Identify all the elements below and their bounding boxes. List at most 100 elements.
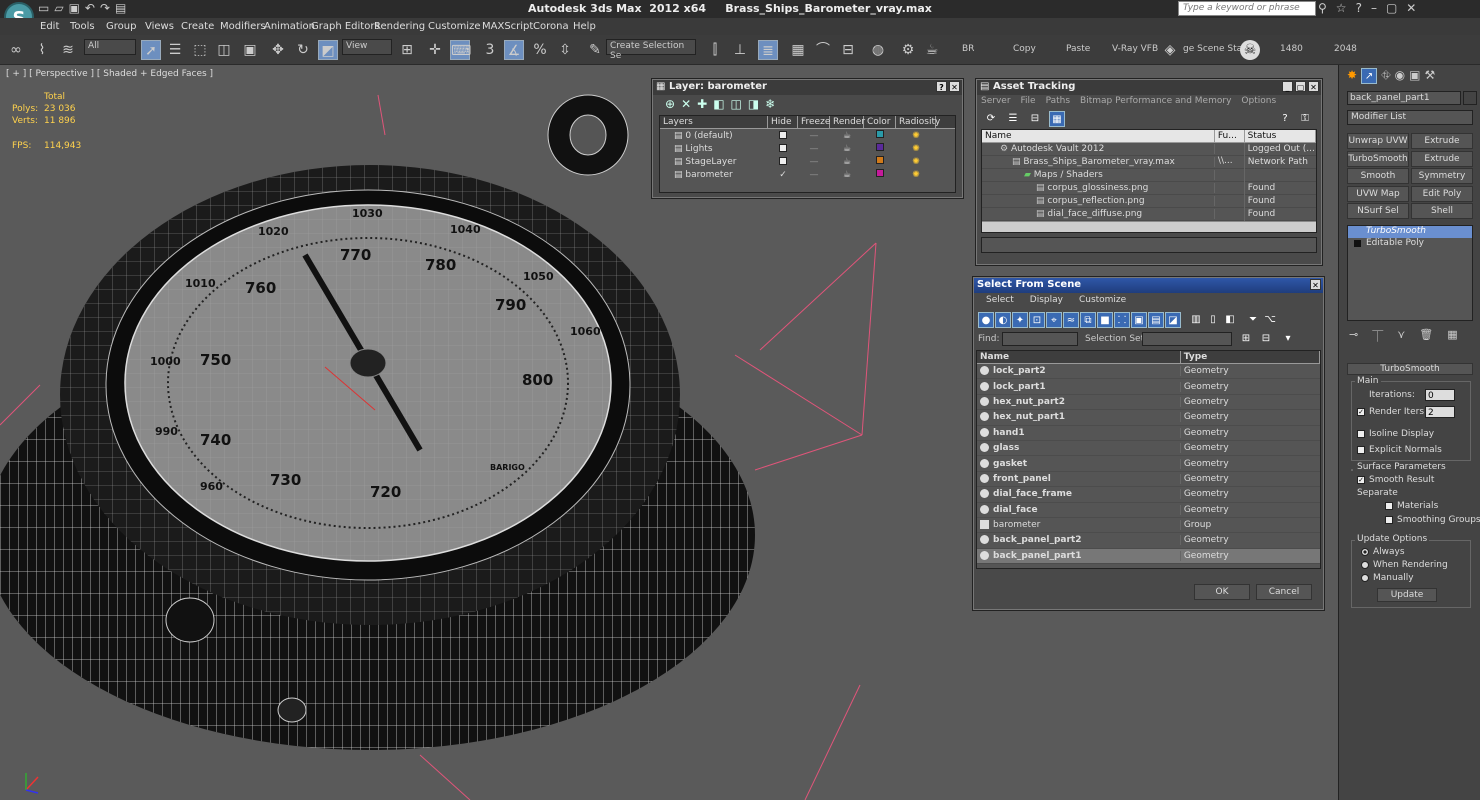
- manually-radio[interactable]: Manually: [1361, 573, 1414, 583]
- paste-button[interactable]: Paste: [1066, 44, 1090, 54]
- hide-all-icon[interactable]: ◨: [748, 97, 759, 113]
- asset-tracking-title[interactable]: ▤ Asset Tracking _ ▢ ✕: [977, 80, 1321, 95]
- selection-set-remove-icon[interactable]: ⊟: [1258, 331, 1274, 347]
- filter-bones-icon[interactable]: ⸬: [1114, 312, 1130, 328]
- asset-row[interactable]: ▰ Maps / Shaders: [982, 168, 1316, 182]
- filter-spacewarps-icon[interactable]: ≈: [1063, 312, 1079, 328]
- utilities-tab-icon[interactable]: ⚒: [1425, 68, 1436, 84]
- modifier-button-nsurf-sel[interactable]: NSurf Sel: [1347, 203, 1409, 219]
- col-render[interactable]: Render: [830, 116, 865, 128]
- maximize-icon[interactable]: ▢: [1386, 1, 1397, 15]
- select-object-icon[interactable]: ➚: [141, 40, 161, 60]
- project-folder-icon[interactable]: ▤: [115, 1, 126, 17]
- menu-help[interactable]: Help: [573, 21, 596, 32]
- selection-set-add-icon[interactable]: ⊞: [1238, 331, 1254, 347]
- percent-snap-icon[interactable]: %: [530, 40, 550, 60]
- filter-containers-icon[interactable]: ▣: [1131, 312, 1147, 328]
- modifier-button-edit-poly[interactable]: Edit Poly: [1411, 185, 1473, 202]
- radiosity-icon[interactable]: ✺: [896, 131, 936, 141]
- show-end-result-icon[interactable]: ⏉: [1372, 328, 1383, 344]
- new-file-icon[interactable]: ▭: [38, 1, 49, 17]
- asset-path-field[interactable]: [981, 237, 1317, 253]
- scene-object-row[interactable]: barometer Group: [977, 518, 1320, 534]
- layer-manager-icon[interactable]: ≣: [758, 40, 778, 60]
- layer-row[interactable]: ▤ 0 (default) — ☕ ✺: [660, 129, 955, 142]
- layer-color-swatch[interactable]: [864, 130, 896, 141]
- render-iters-checkbox[interactable]: ✓ Render Iters:: [1357, 407, 1427, 417]
- render-setup-icon[interactable]: ⚙: [898, 40, 918, 60]
- close-icon[interactable]: ✕: [1406, 1, 1416, 15]
- filter-groups-icon[interactable]: ⧉: [1080, 312, 1096, 328]
- filter-frozen-icon[interactable]: ▤: [1148, 312, 1164, 328]
- scene-object-row[interactable]: hand1 Geometry: [977, 426, 1320, 441]
- scene-stats-button[interactable]: ge Scene Stat: [1183, 44, 1246, 54]
- scene-object-row[interactable]: gasket Geometry: [977, 456, 1320, 472]
- remove-modifier-icon[interactable]: 🗑: [1419, 328, 1433, 344]
- layer-hide-toggle[interactable]: [768, 131, 798, 141]
- bind-spacewarp-icon[interactable]: ≋: [58, 40, 78, 60]
- modifier-button-unwrap-uvw[interactable]: Unwrap UVW: [1347, 133, 1409, 149]
- search-input[interactable]: Type a keyword or phrase: [1178, 1, 1316, 16]
- select-layer-icon[interactable]: ◧: [713, 97, 724, 113]
- smoothing-groups-checkbox[interactable]: Smoothing Groups: [1385, 515, 1480, 525]
- modify-tab-icon[interactable]: ↗: [1361, 68, 1378, 84]
- filter-cameras-icon[interactable]: ⊡: [1029, 312, 1045, 328]
- menu-rendering[interactable]: Rendering: [374, 21, 425, 32]
- graphite-tools-icon[interactable]: ▦: [788, 40, 808, 60]
- radiosity-icon[interactable]: ✺: [896, 144, 936, 154]
- create-layer-icon[interactable]: ⊕: [665, 97, 675, 113]
- scene-menu-display[interactable]: Display: [1030, 295, 1063, 308]
- scene-object-row[interactable]: back_panel_part2 Geometry: [977, 533, 1320, 549]
- layer-color-swatch[interactable]: [864, 169, 896, 180]
- vray-vfb-button[interactable]: V-Ray VFB: [1112, 44, 1158, 54]
- isoline-checkbox[interactable]: Isoline Display: [1357, 429, 1434, 439]
- asset-menu-file[interactable]: File: [1021, 96, 1036, 108]
- asset-menu-server[interactable]: Server: [981, 96, 1011, 108]
- scene-object-row[interactable]: hex_nut_part2 Geometry: [977, 395, 1320, 411]
- layer-freeze-toggle[interactable]: —: [798, 170, 830, 180]
- asset-row[interactable]: ⚙ Autodesk Vault 2012 Logged Out (...: [982, 142, 1316, 156]
- col-hide[interactable]: Hide: [768, 116, 798, 128]
- asset-hscrollbar[interactable]: [982, 221, 1316, 232]
- unlink-icon[interactable]: ⌇: [32, 40, 52, 60]
- stack-expand-icon[interactable]: [1354, 240, 1361, 247]
- layer-freeze-toggle[interactable]: —: [798, 157, 830, 167]
- maximize-icon[interactable]: ▢: [1295, 81, 1306, 92]
- skull-icon[interactable]: ☠: [1240, 40, 1260, 60]
- layer-color-swatch[interactable]: [864, 143, 896, 154]
- invert-selection-icon[interactable]: ◧: [1222, 312, 1238, 328]
- asset-row[interactable]: ▤ corpus_glossiness.png Found: [982, 181, 1316, 195]
- scene-object-row[interactable]: back_panel_part1 Geometry: [977, 548, 1320, 565]
- spinner-snap-icon[interactable]: ⇳: [555, 40, 575, 60]
- scale-icon[interactable]: ◩: [318, 40, 338, 60]
- layer-row[interactable]: ▤ Lights — ☕ ✺: [660, 142, 955, 155]
- minimize-icon[interactable]: _: [1282, 81, 1293, 92]
- create-tab-icon[interactable]: ✸: [1347, 68, 1357, 84]
- layer-freeze-toggle[interactable]: —: [798, 144, 830, 154]
- scene-object-row[interactable]: hex_nut_part1 Geometry: [977, 410, 1320, 426]
- modifier-list-dropdown[interactable]: Modifier List: [1347, 110, 1473, 125]
- scene-menu-customize[interactable]: Customize: [1079, 295, 1126, 308]
- menu-create[interactable]: Create: [181, 21, 214, 32]
- filter-hidden-icon[interactable]: ◪: [1165, 312, 1181, 328]
- window-crossing-icon[interactable]: ◫: [214, 40, 234, 60]
- materials-checkbox[interactable]: Materials: [1385, 501, 1438, 511]
- scene-object-row[interactable]: front_panel Geometry: [977, 472, 1320, 488]
- ok-button[interactable]: OK: [1194, 584, 1250, 600]
- menu-edit[interactable]: Edit: [40, 21, 59, 32]
- select-by-name-icon[interactable]: ☰: [165, 40, 185, 60]
- keyboard-shortcut-icon[interactable]: ⌨: [450, 40, 471, 60]
- vault-icon[interactable]: ⚿: [1297, 111, 1313, 127]
- copy-button[interactable]: Copy: [1013, 44, 1036, 54]
- open-file-icon[interactable]: ▱: [54, 1, 63, 17]
- modifier-button-turbosmooth[interactable]: TurboSmooth: [1347, 150, 1409, 167]
- col-radiosity[interactable]: Radiosity: [896, 116, 940, 128]
- highlight-layer-icon[interactable]: ◫: [731, 97, 742, 113]
- modifier-button-uvw-map[interactable]: UVW Map: [1347, 185, 1409, 202]
- scene-object-row[interactable]: dial_face_frame Geometry: [977, 487, 1320, 503]
- scene-object-row[interactable]: glass Geometry: [977, 441, 1320, 457]
- select-none-icon[interactable]: ▯: [1205, 312, 1221, 328]
- menu-tools[interactable]: Tools: [70, 21, 95, 32]
- teapot-icon[interactable]: ☕: [830, 131, 864, 141]
- undo-icon[interactable]: ↶: [85, 1, 95, 17]
